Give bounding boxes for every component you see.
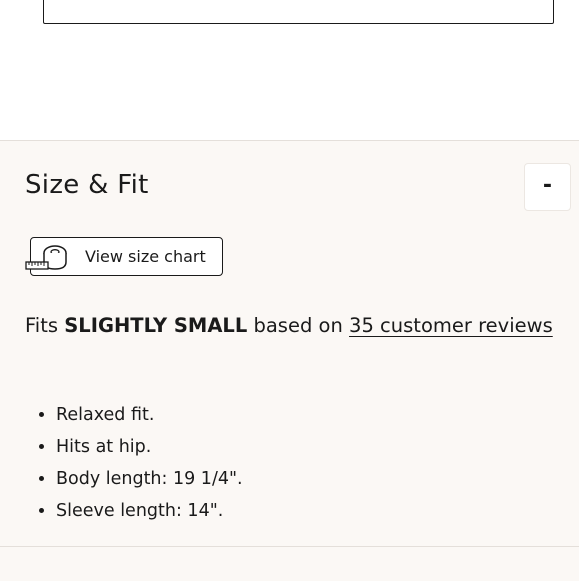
- previous-section-box: [43, 0, 554, 24]
- fit-middle: based on: [253, 314, 343, 337]
- measuring-tape-icon: [25, 245, 67, 270]
- collapse-toggle-button[interactable]: -: [524, 163, 571, 211]
- fit-prefix: Fits: [25, 314, 59, 337]
- size-fit-section: Size & Fit - View size chart Fits SLIGHT…: [0, 140, 579, 581]
- fit-rating: SLIGHTLY SMALL: [64, 314, 248, 337]
- fit-summary: Fits SLIGHTLY SMALL based on 35 customer…: [25, 314, 553, 337]
- view-size-chart-button[interactable]: View size chart: [25, 237, 223, 276]
- list-item: Sleeve length: 14".: [56, 495, 243, 527]
- section-divider: [0, 546, 579, 547]
- list-item: Relaxed fit.: [56, 399, 243, 431]
- view-size-chart-label: View size chart: [85, 247, 206, 266]
- list-item: Hits at hip.: [56, 431, 243, 463]
- customer-reviews-link[interactable]: 35 customer reviews: [349, 314, 553, 337]
- list-item: Body length: 19 1/4".: [56, 463, 243, 495]
- fit-details-list: Relaxed fit. Hits at hip. Body length: 1…: [18, 399, 243, 527]
- section-title: Size & Fit: [25, 170, 149, 200]
